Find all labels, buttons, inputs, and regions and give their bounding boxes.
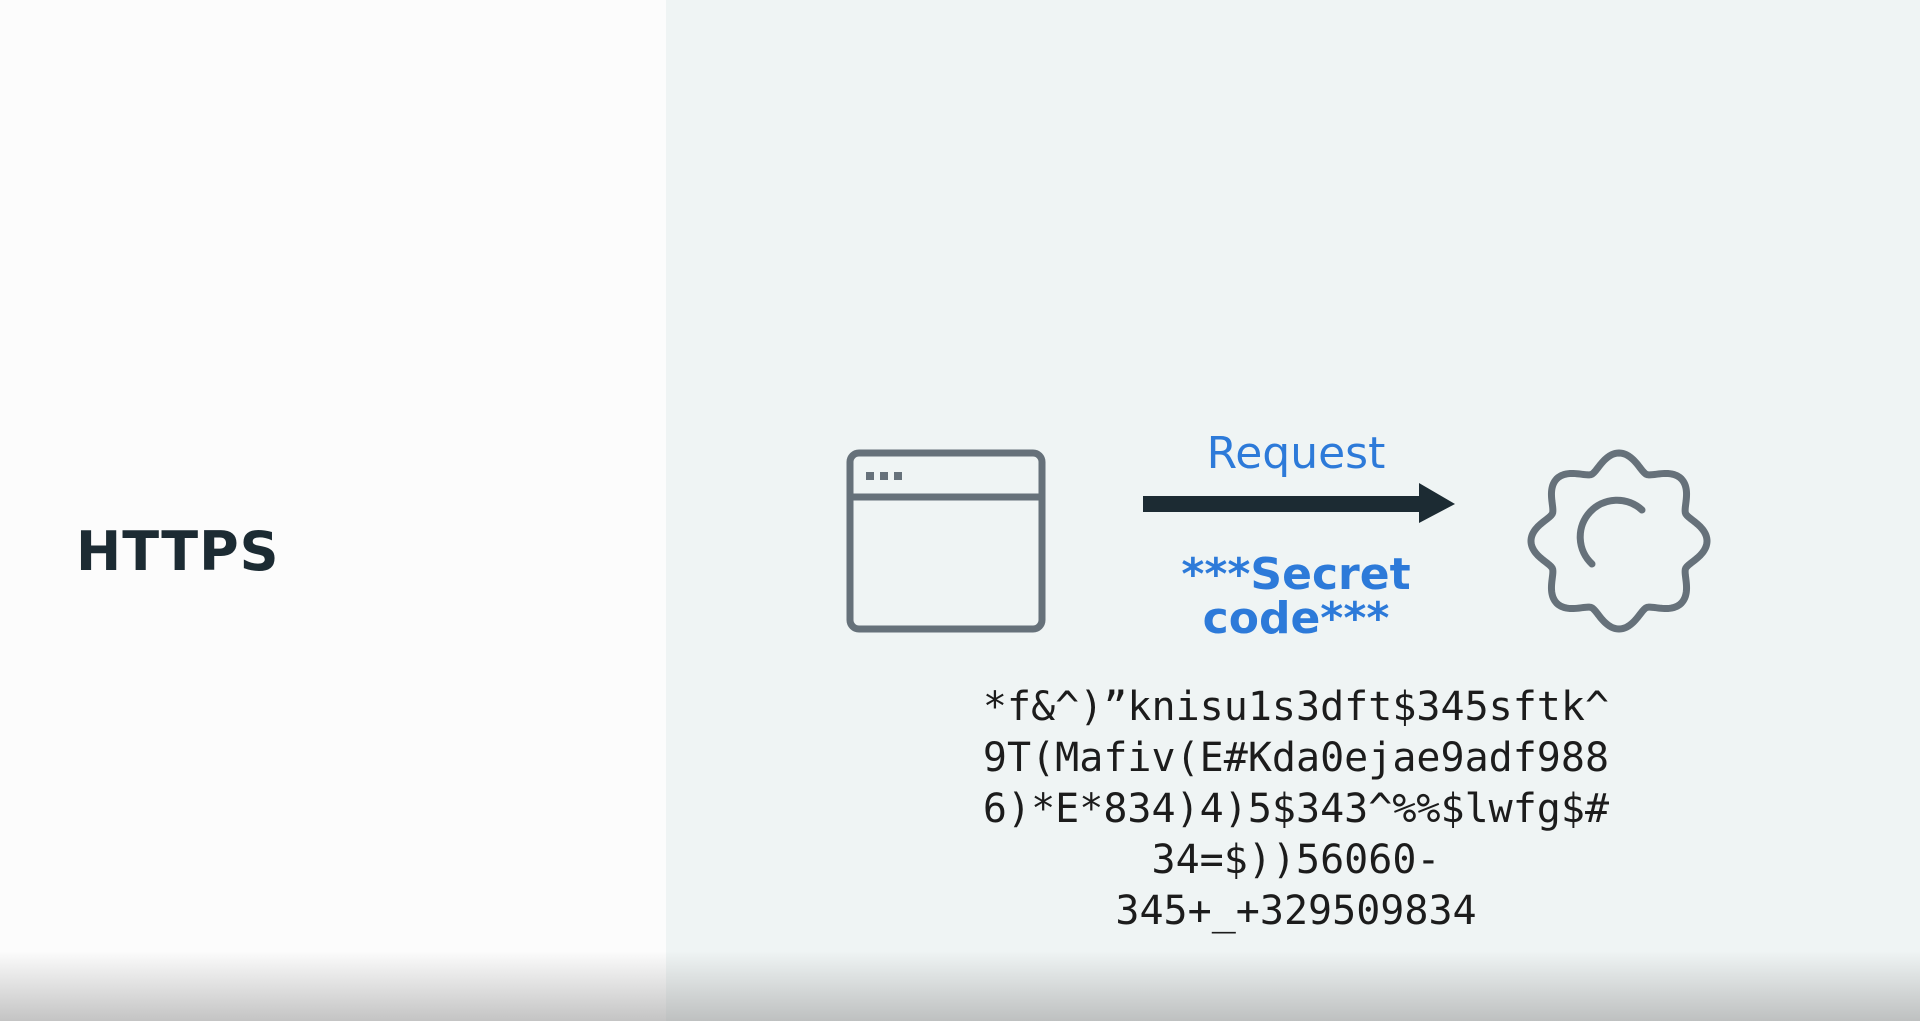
left-panel: HTTPS: [0, 0, 666, 1021]
cipher-line: *f&^)”knisu1s3dft$345sftk^: [982, 684, 1610, 730]
request-label: Request: [1206, 428, 1386, 479]
cipher-line: 9T(Mafiv(E#Kda0ejae9adf988: [982, 735, 1610, 781]
slide: HTTPS Request ***Secret code*** *f&^)”kn…: [0, 0, 1920, 1021]
arrow-right-icon: [1143, 483, 1455, 523]
browser-window-icon: [846, 449, 1046, 633]
ciphertext-block: *f&^)”knisu1s3dft$345sftk^ 9T(Mafiv(E#Kd…: [896, 682, 1696, 937]
slide-title: HTTPS: [76, 520, 280, 583]
cipher-line: 34=$))56060-: [1151, 837, 1441, 883]
cipher-line: 6)*E*834)4)5$343^%%$lwfg$#: [982, 786, 1610, 832]
gear-icon: [1527, 449, 1711, 633]
secret-code-label: ***Secret code***: [1181, 549, 1411, 644]
cipher-line: 345+_+329509834: [1115, 888, 1477, 934]
